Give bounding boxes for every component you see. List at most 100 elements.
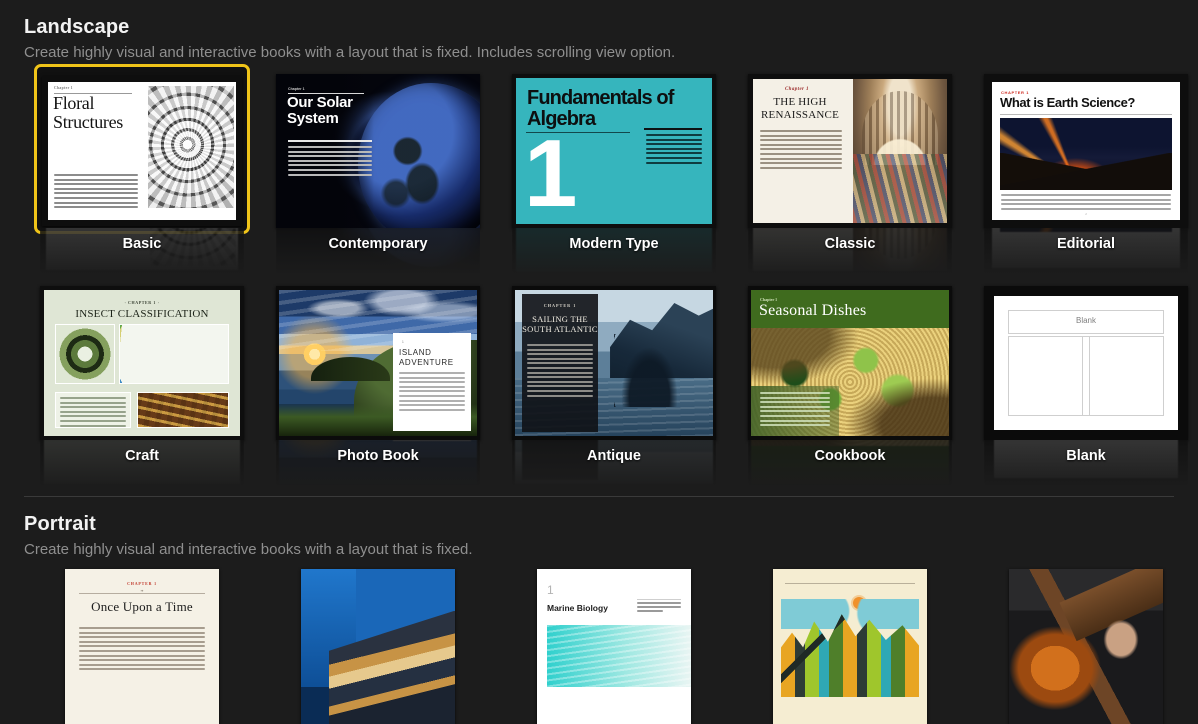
thumb-chapter-label: CHAPTER 1 <box>127 581 157 586</box>
thumbnail-wrap-editorial[interactable]: CHAPTER 1 What is Earth Science? 2 <box>984 74 1188 228</box>
thumbnail-modern-type[interactable]: Fundamentals of Algebra 1 <box>512 74 716 228</box>
thumb-heading: Marine Biology <box>547 603 608 613</box>
template-card-architecture[interactable] <box>260 569 496 724</box>
portrait-header: Portrait Create highly visual and intera… <box>24 497 1174 561</box>
section-portrait: Portrait Create highly visual and intera… <box>0 497 1198 724</box>
thumb-heading: Once Upon a Time <box>91 599 193 614</box>
landscape-header: Landscape Create highly visual and inter… <box>24 0 1174 64</box>
reflection-contemporary: Contemporary <box>276 228 480 276</box>
thumb-quote-text <box>637 602 681 615</box>
thumb-body-text <box>288 146 372 178</box>
thumb-body-text <box>60 397 126 429</box>
thumb-heading: Blank <box>1075 316 1096 325</box>
thumbnail-marine-biology[interactable]: 1 Marine Biology <box>537 569 691 724</box>
thumb-body-text <box>399 372 465 413</box>
template-card-classic[interactable]: Chapter 1 THE HIGH RENAISSANCE Classic <box>732 74 968 276</box>
reflection-classic: Classic <box>748 228 952 276</box>
thumb-body-text <box>79 627 205 673</box>
butterfly-photo <box>55 324 115 384</box>
thumb-heading: ISLAND ADVENTURE <box>399 348 454 367</box>
thumbnail-craft[interactable]: · CHAPTER 1 · INSECT CLASSIFICATION <box>40 286 244 440</box>
thumb-body-text <box>1001 194 1171 212</box>
thumb-rule-right <box>644 128 702 130</box>
template-card-marine-biology[interactable]: 1 Marine Biology <box>496 569 732 724</box>
thumbnail-wrap-modern-type[interactable]: Fundamentals of Algebra 1 <box>512 74 716 228</box>
reflection-basic: Basic <box>40 228 244 276</box>
thumb-body-text <box>646 134 702 166</box>
template-label-photo-book: Photo Book <box>337 448 419 464</box>
template-card-craft[interactable]: · CHAPTER 1 · INSECT CLASSIFICATION Craf… <box>24 286 260 488</box>
portrait-row-1: CHAPTER 1 ❧ Once Upon a Time 1 Marine Bi <box>24 569 1174 724</box>
thumb-chapter-label: Chapter 1 <box>288 87 305 91</box>
guitar-photo <box>1009 569 1163 724</box>
thumbnail-wrap-contemporary[interactable]: Chapter 1 Our Solar System <box>276 74 480 228</box>
template-label-classic: Classic <box>824 236 876 252</box>
thumb-body-text <box>54 174 138 211</box>
dragonfly-illustration <box>119 324 229 384</box>
thumb-heading: Seasonal Dishes <box>759 302 867 319</box>
template-label-antique: Antique <box>587 448 641 464</box>
thumbnail-antique[interactable]: CHAPTER 1 SAILING THE SOUTH ATLANTIC <box>512 286 716 440</box>
template-label-cookbook: Cookbook <box>814 448 886 464</box>
thumbnail-wrap-blank[interactable]: Blank <box>984 286 1188 440</box>
quote-rule <box>637 599 681 600</box>
thumb-heading: SAILING THE SOUTH ATLANTIC <box>522 314 598 334</box>
section-landscape: Landscape Create highly visual and inter… <box>0 0 1198 488</box>
reflection-editorial: Editorial <box>984 228 1188 276</box>
template-label-editorial: Editorial <box>1056 236 1115 252</box>
thumbnail-architecture[interactable] <box>301 569 455 724</box>
template-label-craft: Craft <box>125 448 159 464</box>
thumb-body-text <box>527 344 593 399</box>
thumbnail-town[interactable] <box>773 569 927 724</box>
thumb-heading: What is Earth Science? <box>1000 95 1135 110</box>
template-card-modern-type[interactable]: Fundamentals of Algebra 1 Modern Type <box>496 74 732 276</box>
template-card-antique[interactable]: CHAPTER 1 SAILING THE SOUTH ATLANTIC Ant… <box>496 286 732 488</box>
thumbnail-wrap-classic[interactable]: Chapter 1 THE HIGH RENAISSANCE <box>748 74 952 228</box>
thumbnail-guitar[interactable] <box>1009 569 1163 724</box>
page-sheet: CHAPTER 1 What is Earth Science? 2 <box>992 82 1180 220</box>
thumb-rule <box>1000 114 1172 115</box>
reflection-cookbook: Cookbook <box>748 440 952 488</box>
reflection-modern-type: Modern Type <box>512 228 716 276</box>
thumbnail-wrap-antique[interactable]: CHAPTER 1 SAILING THE SOUTH ATLANTIC <box>512 286 716 440</box>
template-label-modern-type: Modern Type <box>569 236 659 252</box>
template-card-contemporary[interactable]: Chapter 1 Our Solar System Contemporary <box>260 74 496 276</box>
template-label-contemporary: Contemporary <box>328 236 428 252</box>
template-card-photo-book[interactable]: 1 ISLAND ADVENTURE Photo Book <box>260 286 496 488</box>
template-card-guitar[interactable] <box>968 569 1198 724</box>
template-card-town[interactable] <box>732 569 968 724</box>
ornament-icon: ❧ <box>140 588 144 593</box>
thumbnail-wrap-basic[interactable]: Chapter 1 Floral Structures <box>34 64 250 234</box>
thumb-chapter-label: Chapter 1 <box>784 87 809 92</box>
thumb-rule <box>785 583 915 584</box>
thumb-rule-2 <box>288 140 372 142</box>
page-sheet: · CHAPTER 1 · INSECT CLASSIFICATION <box>44 290 240 436</box>
thumbnail-basic[interactable]: Chapter 1 Floral Structures <box>42 76 242 226</box>
template-card-blank[interactable]: Blank Blank <box>968 286 1198 488</box>
fresco-photo <box>853 79 947 223</box>
thumbnail-wrap-photo-book[interactable]: 1 ISLAND ADVENTURE <box>276 286 480 440</box>
thumbnail-wrap-cookbook[interactable]: Chapter 1 Seasonal Dishes <box>748 286 952 440</box>
template-card-basic[interactable]: Chapter 1 Floral Structures Basic <box>24 64 260 276</box>
template-card-fairytale[interactable]: CHAPTER 1 ❧ Once Upon a Time <box>24 569 260 724</box>
thumb-heading: INSECT CLASSIFICATION <box>75 308 209 320</box>
landscape-subtitle: Create highly visual and interactive boo… <box>24 44 676 61</box>
thumb-rule <box>79 593 205 594</box>
thumbnail-cookbook[interactable]: Chapter 1 Seasonal Dishes <box>748 286 952 440</box>
template-card-cookbook[interactable]: Chapter 1 Seasonal Dishes Cookbook <box>732 286 968 488</box>
thumbnail-editorial[interactable]: CHAPTER 1 What is Earth Science? 2 <box>984 74 1188 228</box>
thumbnail-classic[interactable]: Chapter 1 THE HIGH RENAISSANCE <box>748 74 952 228</box>
thumbnail-fairytale[interactable]: CHAPTER 1 ❧ Once Upon a Time <box>65 569 219 724</box>
thumb-body-text <box>760 392 830 429</box>
thumbnail-contemporary[interactable]: Chapter 1 Our Solar System <box>276 74 480 228</box>
landscape-title: Landscape <box>24 16 130 38</box>
trees-illustration <box>781 599 919 629</box>
page-sheet: Blank <box>994 296 1178 430</box>
landscape-row-1: Chapter 1 Floral Structures Basic Chapte… <box>24 64 1188 276</box>
template-card-editorial[interactable]: CHAPTER 1 What is Earth Science? 2 Edito… <box>968 74 1198 276</box>
thumbnail-wrap-craft[interactable]: · CHAPTER 1 · INSECT CLASSIFICATION <box>40 286 244 440</box>
thumbnail-blank[interactable]: Blank <box>984 286 1188 440</box>
thumbnail-photo-book[interactable]: 1 ISLAND ADVENTURE <box>276 286 480 440</box>
insect-macro-photo <box>137 392 229 428</box>
hand <box>1101 617 1142 662</box>
